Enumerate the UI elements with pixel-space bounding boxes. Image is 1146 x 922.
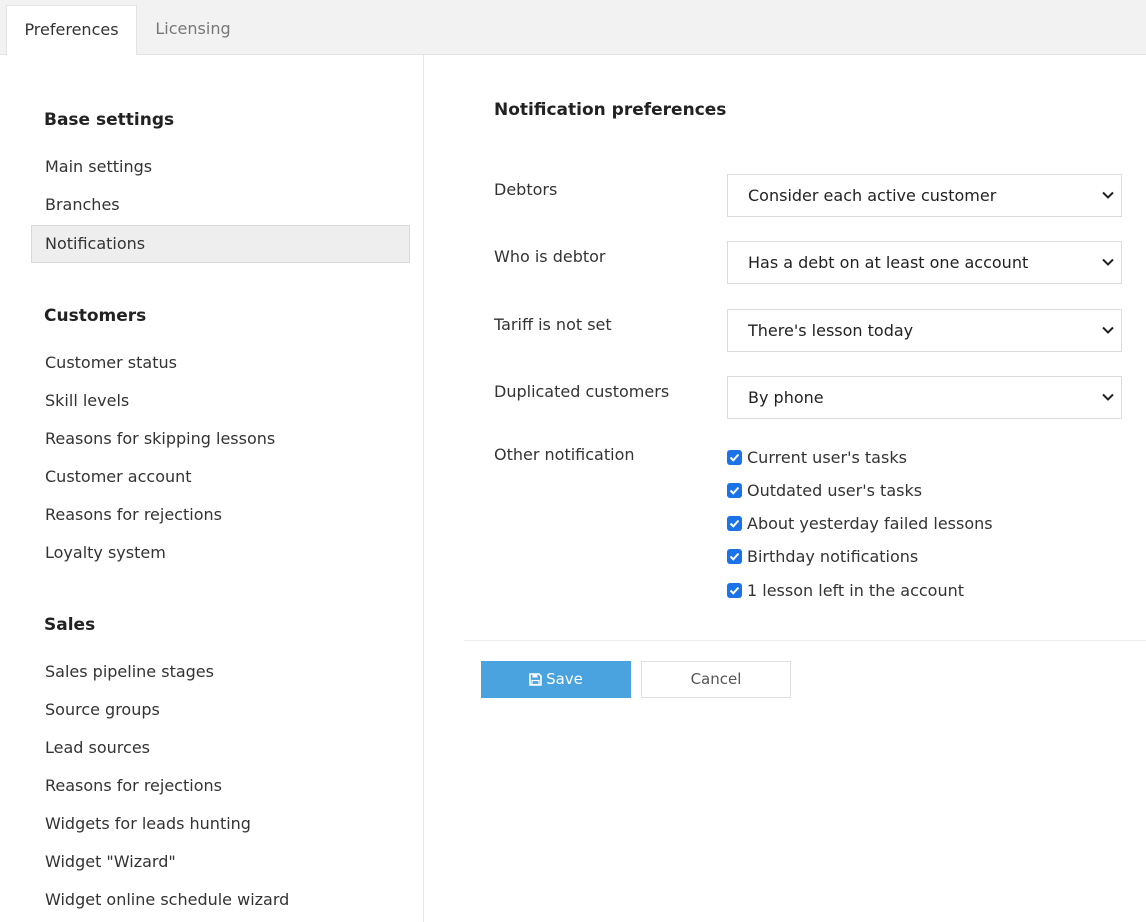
who-is-debtor-label: Who is debtor — [494, 247, 606, 266]
save-button-label: Save — [546, 670, 583, 688]
duplicated-customers-label: Duplicated customers — [494, 382, 670, 401]
cancel-button[interactable]: Cancel — [641, 661, 791, 698]
checkbox-label: Outdated user's tasks — [747, 481, 923, 500]
sidebar-item-notifications[interactable]: Notifications — [31, 225, 410, 263]
debtors-select[interactable]: Consider each active customer — [727, 174, 1122, 217]
debtors-select-value: Consider each active customer — [748, 186, 997, 205]
sidebar-item-lead-sources[interactable]: Lead sources — [31, 729, 410, 767]
sidebar-item-widget-wizard[interactable]: Widget "Wizard" — [31, 843, 410, 881]
checkbox-checked-icon[interactable] — [727, 450, 742, 465]
chevron-down-icon — [1102, 258, 1114, 266]
save-button[interactable]: Save — [481, 661, 631, 698]
tariff-not-set-select[interactable]: There's lesson today — [727, 309, 1122, 352]
checkbox-label: About yesterday failed lessons — [747, 514, 993, 533]
chevron-down-icon — [1102, 326, 1114, 334]
floppy-disk-icon — [529, 673, 542, 686]
checkbox-checked-icon[interactable] — [727, 583, 742, 598]
section-title-customers: Customers — [44, 306, 147, 326]
duplicated-customers-select[interactable]: By phone — [727, 376, 1122, 419]
sidebar-item-source-groups[interactable]: Source groups — [31, 691, 410, 729]
sidebar-item-widget-online-schedule-wizard[interactable]: Widget online schedule wizard — [31, 881, 410, 919]
who-is-debtor-select[interactable]: Has a debt on at least one account — [727, 241, 1122, 284]
duplicated-customers-select-value: By phone — [748, 388, 824, 407]
sidebar-item-sales-reasons-for-rejections[interactable]: Reasons for rejections — [31, 767, 410, 805]
chevron-down-icon — [1102, 191, 1114, 199]
sidebar-item-skill-levels[interactable]: Skill levels — [31, 382, 410, 420]
tariff-not-set-label: Tariff is not set — [494, 315, 612, 334]
sidebar-item-reasons-for-skipping-lessons[interactable]: Reasons for skipping lessons — [31, 420, 410, 458]
checkbox-checked-icon[interactable] — [727, 516, 742, 531]
sidebar-item-loyalty-system[interactable]: Loyalty system — [31, 534, 410, 572]
sidebar-item-main-settings[interactable]: Main settings — [31, 148, 410, 186]
checkbox-label: Birthday notifications — [747, 547, 919, 566]
chevron-down-icon — [1102, 393, 1114, 401]
tab-bar: Preferences Licensing — [0, 0, 1146, 56]
page-title: Notification preferences — [494, 100, 727, 120]
checkbox-label: 1 lesson left in the account — [747, 581, 964, 600]
tariff-not-set-select-value: There's lesson today — [748, 321, 914, 340]
sidebar-item-sales-pipeline-stages[interactable]: Sales pipeline stages — [31, 653, 410, 691]
tab-licensing[interactable]: Licensing — [137, 5, 249, 55]
sidebar-item-customer-account[interactable]: Customer account — [31, 458, 410, 496]
sidebar-item-branches[interactable]: Branches — [31, 186, 410, 224]
tab-preferences[interactable]: Preferences — [6, 5, 137, 56]
debtors-label: Debtors — [494, 180, 558, 199]
sidebar-item-customer-status[interactable]: Customer status — [31, 344, 410, 382]
sidebar-item-widgets-for-leads-hunting[interactable]: Widgets for leads hunting — [31, 805, 410, 843]
checkbox-checked-icon[interactable] — [727, 549, 742, 564]
settings-sidebar: Base settings Main settings Branches Not… — [0, 55, 424, 922]
section-title-base-settings: Base settings — [44, 110, 175, 130]
who-is-debtor-select-value: Has a debt on at least one account — [748, 253, 1029, 272]
other-notification-label: Other notification — [494, 445, 635, 464]
checkbox-label: Current user's tasks — [747, 448, 907, 467]
sidebar-item-customer-reasons-for-rejections[interactable]: Reasons for rejections — [31, 496, 410, 534]
section-title-sales: Sales — [44, 615, 96, 635]
form-divider — [464, 640, 1146, 641]
checkbox-checked-icon[interactable] — [727, 483, 742, 498]
